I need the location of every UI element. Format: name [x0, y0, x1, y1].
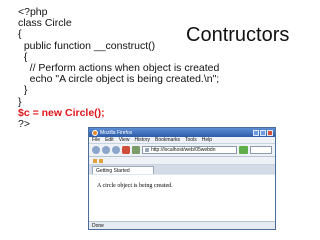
bookmark-icon[interactable] — [99, 158, 103, 163]
status-text: Done — [92, 222, 104, 229]
code-line-highlighted: $c = new Circle(); — [18, 106, 105, 119]
menu-tools[interactable]: Tools — [185, 137, 197, 143]
code-line: } — [18, 84, 28, 97]
menu-history[interactable]: History — [134, 137, 150, 143]
browser-titlebar: Mozilla Firefox — [89, 128, 275, 137]
close-icon[interactable] — [267, 129, 273, 136]
search-box[interactable] — [250, 146, 272, 154]
go-icon[interactable] — [239, 146, 248, 154]
browser-screenshot: Mozilla Firefox File Edit View History B… — [88, 127, 276, 230]
window-title: Mozilla Firefox — [100, 129, 133, 136]
menu-bookmarks[interactable]: Bookmarks — [155, 137, 180, 143]
bookmark-icon[interactable] — [93, 158, 97, 163]
address-text: http://localhost/web/05webdn — [151, 147, 216, 153]
maximize-icon[interactable] — [260, 129, 266, 136]
firefox-logo-icon — [92, 129, 98, 136]
tab-bar: Getting Started — [89, 165, 275, 174]
code-line: echo "A circle object is being created.\… — [18, 73, 220, 86]
menu-help[interactable]: Help — [202, 137, 212, 143]
bookmarks-toolbar — [89, 157, 275, 165]
address-bar[interactable]: http://localhost/web/05webdn — [142, 146, 237, 154]
page-content: A circle object is being created. — [89, 175, 275, 221]
page-output-text: A circle object is being created. — [97, 183, 173, 189]
back-icon[interactable] — [92, 146, 100, 154]
stop-icon[interactable] — [122, 146, 130, 154]
code-line: } — [18, 95, 22, 108]
tab-getting-started[interactable]: Getting Started — [92, 166, 154, 174]
menu-file[interactable]: File — [92, 137, 100, 143]
window-controls — [253, 129, 275, 136]
navigation-toolbar: http://localhost/web/05webdn — [89, 144, 275, 157]
forward-icon[interactable] — [102, 146, 110, 154]
reload-icon[interactable] — [112, 146, 120, 154]
minimize-icon[interactable] — [253, 129, 259, 136]
menu-view[interactable]: View — [119, 137, 130, 143]
menu-bar: File Edit View History Bookmarks Tools H… — [89, 137, 275, 144]
slide-title: Contructors — [186, 24, 290, 46]
home-icon[interactable] — [132, 146, 140, 154]
menu-edit[interactable]: Edit — [105, 137, 114, 143]
status-bar: Done — [89, 221, 275, 229]
page-favicon-icon — [145, 148, 149, 152]
